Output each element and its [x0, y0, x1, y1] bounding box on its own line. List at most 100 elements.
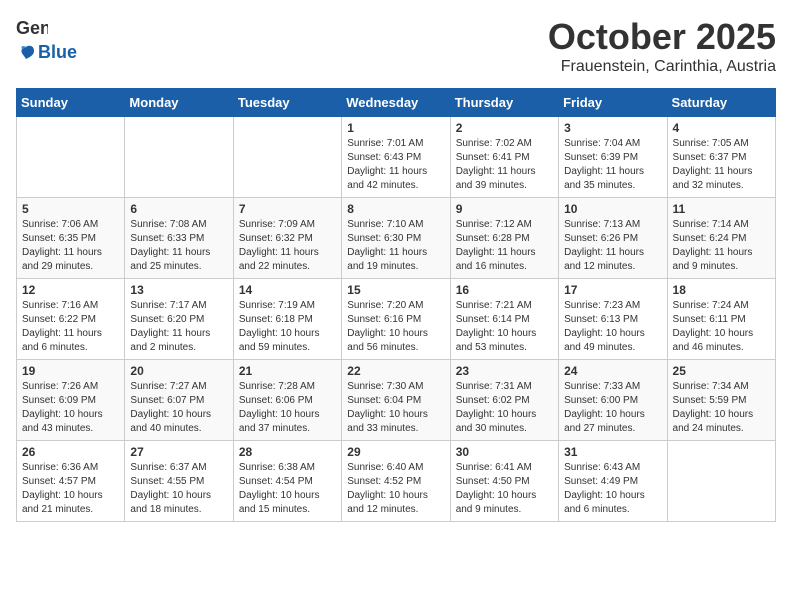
day-number: 30	[456, 445, 553, 459]
day-number: 27	[130, 445, 227, 459]
day-info: Sunrise: 7:27 AM Sunset: 6:07 PM Dayligh…	[130, 380, 227, 436]
calendar-day-cell: 1 Sunrise: 7:01 AM Sunset: 6:43 PM Daylig…	[342, 117, 450, 198]
day-number: 2	[456, 121, 553, 135]
calendar-day-cell: 23 Sunrise: 7:31 AM Sunset: 6:02 PM Dayli…	[450, 360, 558, 441]
day-number: 31	[564, 445, 661, 459]
day-info: Sunrise: 7:17 AM Sunset: 6:20 PM Dayligh…	[130, 299, 227, 355]
weekday-header-row: SundayMondayTuesdayWednesdayThursdayFrid…	[17, 89, 776, 117]
calendar-day-cell	[233, 117, 341, 198]
calendar-day-cell: 31 Sunrise: 6:43 AM Sunset: 4:49 PM Dayli…	[559, 441, 667, 522]
weekday-header: Thursday	[450, 89, 558, 117]
day-number: 13	[130, 283, 227, 297]
day-number: 18	[673, 283, 770, 297]
day-number: 20	[130, 364, 227, 378]
calendar-day-cell: 26Sunrise: 6:36 AM Sunset: 4:57 PM Dayli…	[17, 441, 125, 522]
day-number: 28	[239, 445, 336, 459]
day-info: Sunrise: 7:26 AM Sunset: 6:09 PM Dayligh…	[22, 380, 119, 436]
calendar-day-cell: 8 Sunrise: 7:10 AM Sunset: 6:30 PM Daylig…	[342, 198, 450, 279]
day-info: Sunrise: 7:12 AM Sunset: 6:28 PM Dayligh…	[456, 218, 553, 274]
day-number: 24	[564, 364, 661, 378]
calendar-day-cell: 25 Sunrise: 7:34 AM Sunset: 5:59 PM Dayli…	[667, 360, 775, 441]
day-info: Sunrise: 7:02 AM Sunset: 6:41 PM Dayligh…	[456, 137, 553, 193]
day-info: Sunrise: 7:34 AM Sunset: 5:59 PM Dayligh…	[673, 380, 770, 436]
calendar-day-cell: 20 Sunrise: 7:27 AM Sunset: 6:07 PM Dayli…	[125, 360, 233, 441]
day-info: Sunrise: 7:20 AM Sunset: 6:16 PM Dayligh…	[347, 299, 444, 355]
day-number: 23	[456, 364, 553, 378]
day-info: Sunrise: 7:31 AM Sunset: 6:02 PM Dayligh…	[456, 380, 553, 436]
day-number: 16	[456, 283, 553, 297]
page-header: General Blue October 2025 Frauenstein, C…	[16, 16, 776, 76]
day-number: 19	[22, 364, 119, 378]
logo-bird-icon	[16, 43, 36, 63]
calendar-day-cell: 14 Sunrise: 7:19 AM Sunset: 6:18 PM Dayli…	[233, 279, 341, 360]
logo-icon: General	[16, 16, 48, 42]
day-number: 12	[22, 283, 119, 297]
day-info: Sunrise: 7:14 AM Sunset: 6:24 PM Dayligh…	[673, 218, 770, 274]
day-info: Sunrise: 7:16 AM Sunset: 6:22 PM Dayligh…	[22, 299, 119, 355]
day-info: Sunrise: 7:33 AM Sunset: 6:00 PM Dayligh…	[564, 380, 661, 436]
day-number: 22	[347, 364, 444, 378]
calendar-day-cell: 13 Sunrise: 7:17 AM Sunset: 6:20 PM Dayli…	[125, 279, 233, 360]
day-number: 1	[347, 121, 444, 135]
day-info: Sunrise: 7:09 AM Sunset: 6:32 PM Dayligh…	[239, 218, 336, 274]
logo-blue-text: Blue	[38, 42, 77, 63]
day-number: 8	[347, 202, 444, 216]
svg-text:General: General	[16, 18, 48, 38]
calendar-day-cell: 27 Sunrise: 6:37 AM Sunset: 4:55 PM Dayli…	[125, 441, 233, 522]
calendar-week-row: 19 Sunrise: 7:26 AM Sunset: 6:09 PM Dayli…	[17, 360, 776, 441]
day-info: Sunrise: 7:21 AM Sunset: 6:14 PM Dayligh…	[456, 299, 553, 355]
day-info: Sunrise: 7:30 AM Sunset: 6:04 PM Dayligh…	[347, 380, 444, 436]
title-area: October 2025 Frauenstein, Carinthia, Aus…	[548, 16, 776, 76]
calendar-day-cell: 22 Sunrise: 7:30 AM Sunset: 6:04 PM Dayli…	[342, 360, 450, 441]
day-number: 3	[564, 121, 661, 135]
weekday-header: Friday	[559, 89, 667, 117]
calendar-day-cell: 4Sunrise: 7:05 AM Sunset: 6:37 PM Daylig…	[667, 117, 775, 198]
day-number: 25	[673, 364, 770, 378]
day-number: 7	[239, 202, 336, 216]
day-info: Sunrise: 7:24 AM Sunset: 6:11 PM Dayligh…	[673, 299, 770, 355]
calendar-week-row: 12 Sunrise: 7:16 AM Sunset: 6:22 PM Dayli…	[17, 279, 776, 360]
calendar-day-cell: 24 Sunrise: 7:33 AM Sunset: 6:00 PM Dayli…	[559, 360, 667, 441]
calendar-week-row: 26Sunrise: 6:36 AM Sunset: 4:57 PM Dayli…	[17, 441, 776, 522]
calendar-day-cell: 11 Sunrise: 7:14 AM Sunset: 6:24 PM Dayli…	[667, 198, 775, 279]
day-info: Sunrise: 7:19 AM Sunset: 6:18 PM Dayligh…	[239, 299, 336, 355]
weekday-header: Monday	[125, 89, 233, 117]
day-info: Sunrise: 7:08 AM Sunset: 6:33 PM Dayligh…	[130, 218, 227, 274]
calendar-day-cell: 3Sunrise: 7:04 AM Sunset: 6:39 PM Daylig…	[559, 117, 667, 198]
day-number: 14	[239, 283, 336, 297]
calendar-day-cell: 30Sunrise: 6:41 AM Sunset: 4:50 PM Dayli…	[450, 441, 558, 522]
day-info: Sunrise: 7:06 AM Sunset: 6:35 PM Dayligh…	[22, 218, 119, 274]
day-number: 17	[564, 283, 661, 297]
day-info: Sunrise: 6:36 AM Sunset: 4:57 PM Dayligh…	[22, 461, 119, 517]
calendar-table: SundayMondayTuesdayWednesdayThursdayFrid…	[16, 88, 776, 522]
calendar-day-cell: 18 Sunrise: 7:24 AM Sunset: 6:11 PM Dayli…	[667, 279, 775, 360]
day-number: 11	[673, 202, 770, 216]
day-info: Sunrise: 7:28 AM Sunset: 6:06 PM Dayligh…	[239, 380, 336, 436]
weekday-header: Wednesday	[342, 89, 450, 117]
weekday-header: Tuesday	[233, 89, 341, 117]
month-title: October 2025	[548, 16, 776, 58]
calendar-day-cell: 28 Sunrise: 6:38 AM Sunset: 4:54 PM Dayli…	[233, 441, 341, 522]
location-text: Frauenstein, Carinthia, Austria	[548, 58, 776, 76]
day-number: 6	[130, 202, 227, 216]
weekday-header: Saturday	[667, 89, 775, 117]
day-info: Sunrise: 7:01 AM Sunset: 6:43 PM Dayligh…	[347, 137, 444, 193]
calendar-day-cell: 2 Sunrise: 7:02 AM Sunset: 6:41 PM Daylig…	[450, 117, 558, 198]
calendar-day-cell: 6 Sunrise: 7:08 AM Sunset: 6:33 PM Daylig…	[125, 198, 233, 279]
day-number: 5	[22, 202, 119, 216]
day-info: Sunrise: 7:10 AM Sunset: 6:30 PM Dayligh…	[347, 218, 444, 274]
calendar-day-cell: 21Sunrise: 7:28 AM Sunset: 6:06 PM Dayli…	[233, 360, 341, 441]
day-number: 9	[456, 202, 553, 216]
calendar-day-cell: 7 Sunrise: 7:09 AM Sunset: 6:32 PM Daylig…	[233, 198, 341, 279]
calendar-day-cell: 29Sunrise: 6:40 AM Sunset: 4:52 PM Dayli…	[342, 441, 450, 522]
weekday-header: Sunday	[17, 89, 125, 117]
day-info: Sunrise: 6:37 AM Sunset: 4:55 PM Dayligh…	[130, 461, 227, 517]
day-info: Sunrise: 6:43 AM Sunset: 4:49 PM Dayligh…	[564, 461, 661, 517]
day-info: Sunrise: 7:23 AM Sunset: 6:13 PM Dayligh…	[564, 299, 661, 355]
calendar-day-cell: 19 Sunrise: 7:26 AM Sunset: 6:09 PM Dayli…	[17, 360, 125, 441]
calendar-day-cell: 5 Sunrise: 7:06 AM Sunset: 6:35 PM Daylig…	[17, 198, 125, 279]
calendar-day-cell	[125, 117, 233, 198]
calendar-week-row: 5 Sunrise: 7:06 AM Sunset: 6:35 PM Daylig…	[17, 198, 776, 279]
day-info: Sunrise: 6:38 AM Sunset: 4:54 PM Dayligh…	[239, 461, 336, 517]
calendar-day-cell	[667, 441, 775, 522]
